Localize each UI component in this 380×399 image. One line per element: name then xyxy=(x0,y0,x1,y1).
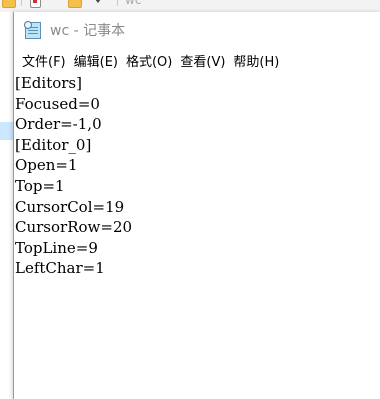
editor-line: CursorCol=19 xyxy=(15,197,125,216)
title-bar[interactable]: wc - 记事本 xyxy=(14,12,380,48)
editor-line: Order=-1,0 xyxy=(15,115,102,134)
window-title: wc - 记事本 xyxy=(50,23,126,39)
editor-line: [Editors] xyxy=(15,74,82,92)
editor-line: [Editor_0] xyxy=(15,135,92,154)
new-folder-icon[interactable] xyxy=(68,0,82,8)
toolbar-divider xyxy=(117,0,118,6)
editor-line: Focused=0 xyxy=(15,94,100,113)
navigation-selected-item[interactable] xyxy=(0,122,13,140)
background-window-title: wc xyxy=(125,0,142,7)
menu-edit[interactable]: 编辑(E) xyxy=(74,49,118,72)
menu-format[interactable]: 格式(O) xyxy=(126,49,172,72)
screen: wc wc - 记事本 文件(F) 编辑(E) 格式(O) 查看(V) 帮助(H… xyxy=(0,0,380,399)
editor-line: Open=1 xyxy=(15,156,78,175)
folder-icon[interactable] xyxy=(2,0,16,8)
background-navigation-pane[interactable] xyxy=(0,12,14,399)
properties-check-mark xyxy=(33,0,37,3)
editor-line: LeftChar=1 xyxy=(15,259,105,278)
toolbar-divider xyxy=(21,0,22,6)
menu-view[interactable]: 查看(V) xyxy=(180,49,225,72)
notepad-window[interactable]: wc - 记事本 文件(F) 编辑(E) 格式(O) 查看(V) 帮助(H) [… xyxy=(13,12,380,399)
menu-bar: 文件(F) 编辑(E) 格式(O) 查看(V) 帮助(H) xyxy=(14,48,380,73)
notepad-icon[interactable] xyxy=(24,20,41,39)
menu-help[interactable]: 帮助(H) xyxy=(233,49,279,72)
menu-file[interactable]: 文件(F) xyxy=(22,49,66,72)
editor-line: Top=1 xyxy=(15,176,65,195)
chevron-down-icon[interactable] xyxy=(95,0,101,3)
text-editor-area[interactable]: [Editors] Focused=0 Order=-1,0 [Editor_0… xyxy=(14,72,380,399)
background-explorer-toolbar: wc xyxy=(0,0,380,12)
editor-line: CursorRow=20 xyxy=(15,218,133,237)
editor-line: TopLine=9 xyxy=(15,238,98,257)
